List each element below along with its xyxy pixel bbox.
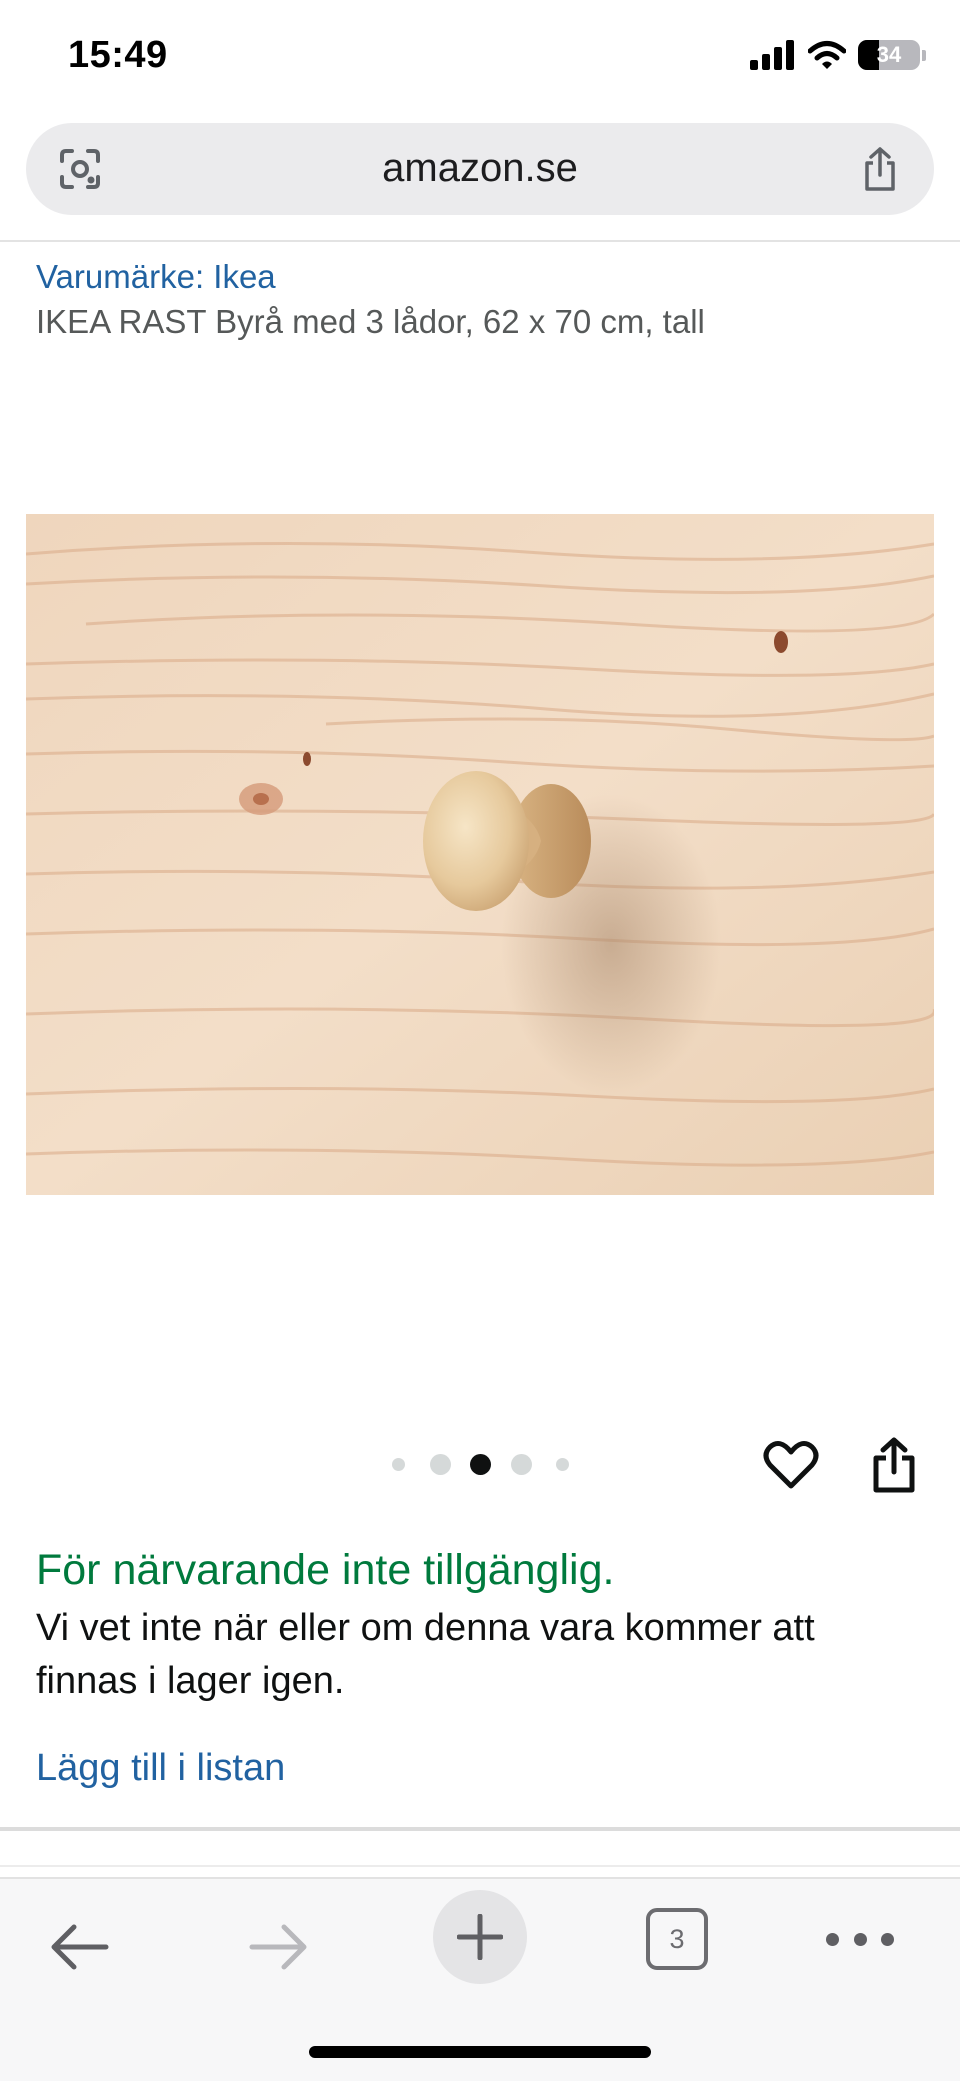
carousel-dot[interactable]: [511, 1454, 532, 1475]
availability-status: För närvarande inte tillgänglig.: [36, 1546, 615, 1594]
carousel-dot[interactable]: [392, 1458, 405, 1471]
battery-icon: 34: [858, 40, 926, 70]
status-bar: 15:49 34: [0, 0, 960, 118]
more-dot: [853, 1932, 867, 1946]
forward-arrow-icon[interactable]: [246, 1917, 312, 1977]
more-dot: [881, 1932, 894, 1946]
share-icon[interactable]: [856, 145, 904, 193]
availability-note: Vi vet inte när eller om denna vara komm…: [36, 1607, 815, 1702]
section-divider: [0, 1827, 960, 1831]
new-tab-button[interactable]: [433, 1890, 527, 1984]
top-divider: [0, 240, 960, 242]
carousel-dot[interactable]: [430, 1454, 451, 1475]
carousel-dot[interactable]: [556, 1458, 569, 1471]
plus-icon: [457, 1914, 503, 1960]
more-dot: [826, 1932, 839, 1946]
wifi-icon: [808, 41, 846, 69]
home-indicator[interactable]: [309, 2046, 651, 2058]
battery-nub: [922, 49, 926, 61]
status-time: 15:49: [68, 34, 168, 76]
heart-icon[interactable]: [762, 1436, 820, 1494]
product-title: IKEA RAST Byrå med 3 lådor, 62 x 70 cm, …: [36, 303, 705, 340]
tabs-icon[interactable]: 3: [646, 1908, 708, 1970]
product-image[interactable]: [26, 514, 934, 1195]
status-icons: 34: [750, 40, 926, 70]
address-bar[interactable]: amazon.se: [26, 123, 934, 215]
carousel-dot-active[interactable]: [470, 1454, 491, 1475]
battery-body: 34: [858, 40, 920, 70]
battery-level: 34: [876, 42, 902, 67]
section-divider-thin: [0, 1865, 960, 1867]
signal-icon: [750, 40, 794, 70]
more-icon[interactable]: [826, 1919, 894, 1959]
drawer-knob-image: [26, 514, 934, 1195]
url-text[interactable]: amazon.se: [26, 146, 934, 191]
back-arrow-icon[interactable]: [46, 1917, 112, 1977]
brand-link[interactable]: Varumärke: Ikea: [36, 258, 276, 296]
add-to-list-link[interactable]: Lägg till i listan: [36, 1747, 285, 1790]
share-product-icon[interactable]: [868, 1436, 920, 1494]
